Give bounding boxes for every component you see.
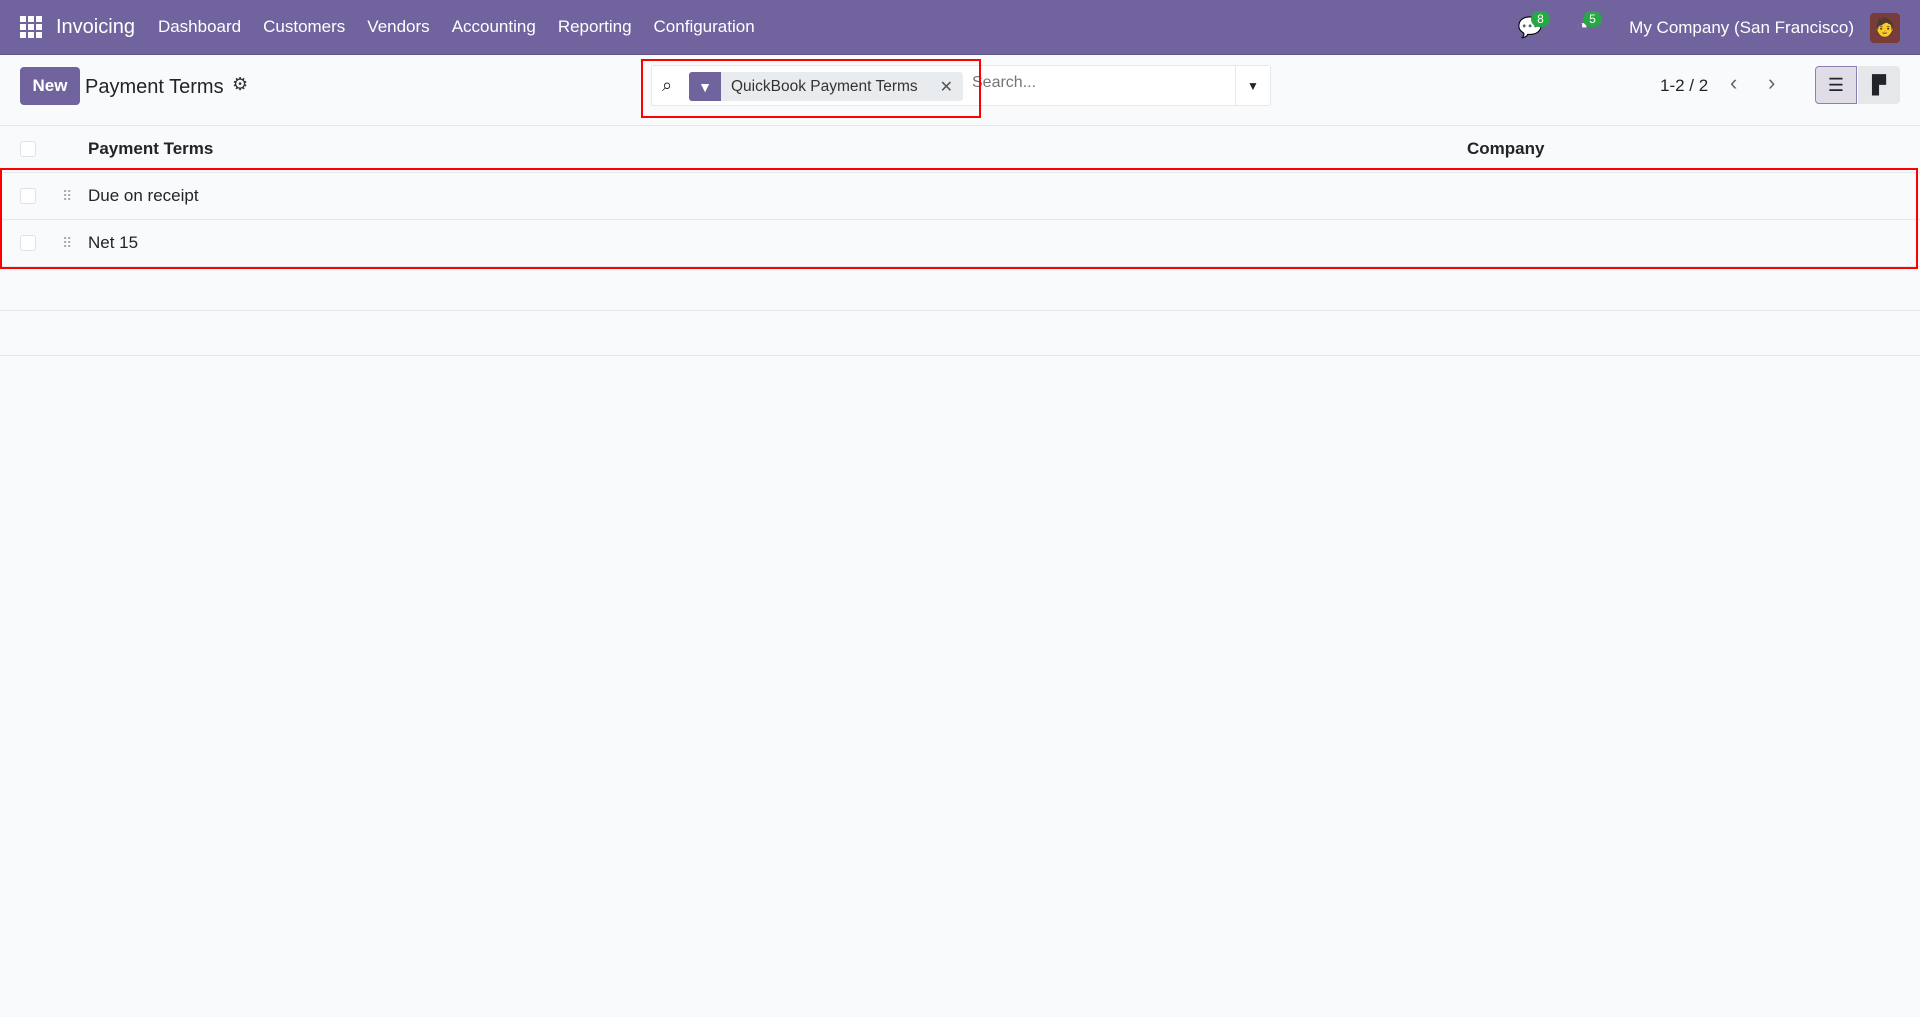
kanban-icon: ▛ xyxy=(1872,74,1886,95)
empty-row xyxy=(0,267,1920,311)
column-header-company[interactable]: Company xyxy=(1467,139,1544,159)
menu-accounting[interactable]: Accounting xyxy=(441,17,547,37)
menu-vendors[interactable]: Vendors xyxy=(356,17,440,37)
empty-row xyxy=(0,311,1920,356)
company-switcher[interactable]: My Company (San Francisco) xyxy=(1629,18,1854,38)
search-input[interactable] xyxy=(972,74,1232,92)
menu-reporting[interactable]: Reporting xyxy=(547,17,643,37)
highlight-search-box xyxy=(641,59,981,118)
column-header-payment-terms[interactable]: Payment Terms xyxy=(88,139,213,159)
highlight-rows-box xyxy=(0,168,1918,269)
menu-dashboard[interactable]: Dashboard xyxy=(147,17,252,37)
search-options-toggle[interactable]: ▼ xyxy=(1235,66,1270,105)
apps-menu-icon[interactable] xyxy=(20,16,42,38)
user-avatar[interactable]: 🧑 xyxy=(1870,12,1900,43)
activities-badge: 5 xyxy=(1583,10,1602,27)
table-header: Payment Terms Company xyxy=(0,126,1920,173)
pager-value[interactable]: 1-2 / 2 xyxy=(1660,76,1708,96)
new-button[interactable]: New xyxy=(20,67,80,105)
menu-customers[interactable]: Customers xyxy=(252,17,356,37)
pager-next-icon[interactable]: › xyxy=(1768,70,1775,96)
list-icon: ☰ xyxy=(1827,74,1845,95)
kanban-view-button[interactable]: ▛ xyxy=(1858,66,1900,104)
messages-badge: 8 xyxy=(1531,10,1550,27)
top-navbar: Invoicing Dashboard Customers Vendors Ac… xyxy=(0,0,1920,55)
activities-button[interactable]: ◔ 5 xyxy=(1567,10,1602,43)
menu-configuration[interactable]: Configuration xyxy=(643,17,766,37)
app-name[interactable]: Invoicing xyxy=(56,16,135,39)
select-all-checkbox[interactable] xyxy=(20,141,36,157)
page-title: Payment Terms xyxy=(85,76,224,98)
messages-button[interactable]: 💬 8 xyxy=(1515,10,1550,43)
caret-down-icon: ▼ xyxy=(1247,78,1259,93)
list-view-button[interactable]: ☰ xyxy=(1815,66,1857,104)
pager-previous-icon[interactable]: ‹ xyxy=(1730,70,1737,96)
gear-icon[interactable]: ⚙ xyxy=(232,74,248,95)
